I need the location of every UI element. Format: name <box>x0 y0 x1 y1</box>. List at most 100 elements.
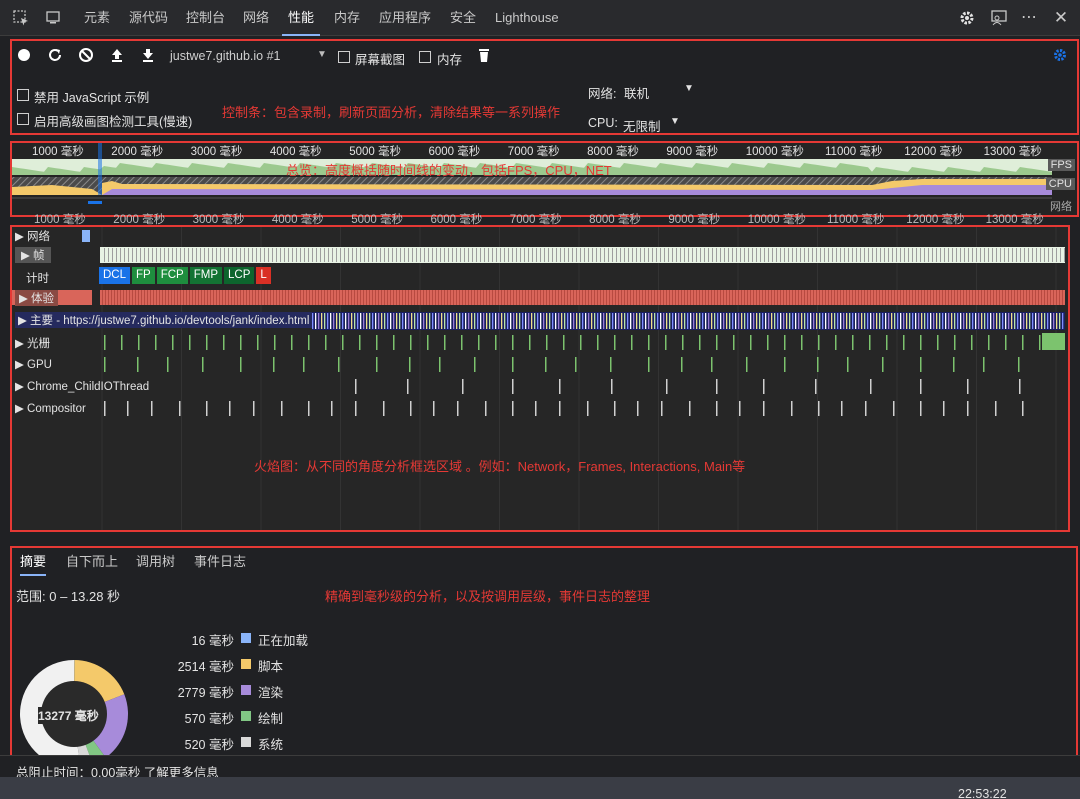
track-network[interactable]: ▶ 网络 <box>15 228 50 244</box>
cpu-throttle-select[interactable]: 无限制 <box>623 116 661 135</box>
tab-lighthouse[interactable]: Lighthouse <box>489 0 565 36</box>
tab-memory[interactable]: 内存 <box>328 0 366 36</box>
chevron-down-icon[interactable]: ▼ <box>684 83 694 94</box>
capture-settings-gear-icon[interactable] <box>1052 47 1068 63</box>
os-taskbar: 22:53:22 <box>0 777 1080 799</box>
cpu-label: CPU <box>1045 178 1075 190</box>
triangle-right-icon: ▶ <box>15 403 28 415</box>
legend-label: 渲染 <box>258 686 284 700</box>
overview-annotation: 总览：高度概括随时间线的变动，包括FPS，CPU，NET <box>286 163 612 178</box>
tab-console[interactable]: 控制台 <box>180 0 231 36</box>
profile-select[interactable]: justwe7.github.io #1 <box>170 49 281 63</box>
device-toolbar-icon[interactable] <box>44 9 62 27</box>
triangle-right-icon: ▶ <box>15 359 28 371</box>
tab-application[interactable]: 应用程序 <box>373 0 437 36</box>
ruler-tick: 4000 毫秒 <box>269 146 322 158</box>
download-icon[interactable] <box>140 47 156 63</box>
track-compositor[interactable]: ▶ Compositor <box>15 401 86 415</box>
ruler-tick: 6000 毫秒 <box>428 146 481 158</box>
tab-elements[interactable]: 元素 <box>78 0 116 36</box>
screenshots-checkbox[interactable] <box>338 51 350 63</box>
triangle-right-icon: ▶ <box>15 381 28 393</box>
summary-annotation: 精确到毫秒级的分析，以及按调用层级，事件日志的整理 <box>325 589 651 604</box>
status-bar: 总阻止时间：0.00毫秒 了解更多信息 <box>0 755 1080 780</box>
ruler-tick: 10000 毫秒 <box>745 146 804 158</box>
timing-tag-lcp[interactable]: LCP <box>224 267 255 284</box>
legend-value: 570 毫秒 <box>184 712 234 726</box>
ruler-tick: 7000 毫秒 <box>507 146 560 158</box>
feedback-icon[interactable] <box>990 9 1008 27</box>
timing-tag-fmp[interactable]: FMP <box>189 267 222 284</box>
paint-instrumentation-label: 启用高级画图检测工具(慢速) <box>34 115 193 129</box>
ruler-tick: 12000 毫秒 <box>904 146 963 158</box>
disable-js-checkbox[interactable] <box>17 89 29 101</box>
paint-instrumentation-checkbox[interactable] <box>17 113 29 125</box>
disable-js-label: 禁用 JavaScript 示例 <box>34 91 150 105</box>
cpu-throttle-label: CPU: <box>588 116 618 130</box>
net-label: 网络 <box>1050 201 1072 213</box>
settings-gear-icon[interactable] <box>958 9 976 27</box>
legend-swatch <box>241 633 251 643</box>
tab-sources[interactable]: 源代码 <box>123 0 174 36</box>
clock: 22:53:22 <box>958 787 1007 799</box>
legend-value: 16 毫秒 <box>191 634 234 648</box>
flame-annotation: 火焰图：从不同的角度分析框选区域 。例如：Network，Frames, Int… <box>254 459 746 474</box>
ruler-tick: 5000 毫秒 <box>349 146 401 158</box>
tab-call-tree[interactable]: 调用树 <box>136 551 175 570</box>
legend-label: 绘制 <box>258 712 284 726</box>
upload-icon[interactable] <box>109 47 125 63</box>
tab-bottom-up[interactable]: 自下而上 <box>66 551 118 570</box>
track-main[interactable]: ▶ 主要 - https://justwe7.github.io/devtool… <box>15 312 313 328</box>
tab-summary[interactable]: 摘要 <box>20 551 47 576</box>
tab-security[interactable]: 安全 <box>444 0 482 36</box>
chevron-down-icon[interactable]: ▼ <box>317 49 327 60</box>
close-icon[interactable]: ✕ <box>1052 9 1070 27</box>
controls-annotation: 控制条：包含录制，刷新页面分析，清除结果等一系列操作 <box>222 105 561 120</box>
ruler-tick: 11000 毫秒 <box>825 146 883 158</box>
network-throttle-select[interactable]: 联机 <box>624 83 649 102</box>
ruler-tick: 9000 毫秒 <box>666 146 719 158</box>
track-gpu[interactable]: ▶ GPU <box>15 357 52 371</box>
record-icon[interactable] <box>16 47 32 63</box>
tab-performance[interactable]: 性能 <box>282 0 321 36</box>
timing-tag-fp[interactable]: FP <box>132 267 155 284</box>
triangle-right-icon: ▶ <box>21 250 34 262</box>
network-throttle-label: 网络: <box>588 87 617 101</box>
ruler-tick: 1000 毫秒 <box>32 146 84 158</box>
timing-tag-fcp[interactable]: FCP <box>156 267 188 284</box>
track-frames[interactable]: ▶ 帧 <box>15 247 51 263</box>
timing-tag-dcl[interactable]: DCL <box>99 267 131 284</box>
garbage-collect-icon[interactable] <box>476 47 492 63</box>
devtools-tab-bar: 元素 源代码 控制台 网络 性能 内存 应用程序 安全 Lighthouse ⋯… <box>0 0 1080 36</box>
track-timings[interactable]: 计时 <box>26 270 49 286</box>
ruler-tick: 8000 毫秒 <box>587 146 639 158</box>
legend-swatch <box>241 659 251 669</box>
tab-event-log[interactable]: 事件日志 <box>194 551 246 570</box>
legend-label: 脚本 <box>258 660 284 674</box>
more-options-icon[interactable]: ⋯ <box>1020 9 1038 27</box>
legend-value: 520 毫秒 <box>184 738 234 752</box>
clear-icon[interactable] <box>78 47 94 63</box>
legend-value: 2779 毫秒 <box>177 686 234 700</box>
range-text: 范围: 0 – 13.28 秒 <box>16 589 121 604</box>
memory-checkbox[interactable] <box>419 51 431 63</box>
legend-label: 系统 <box>258 738 284 752</box>
fps-label: FPS <box>1047 159 1075 171</box>
ruler-tick: 3000 毫秒 <box>190 146 243 158</box>
track-experience[interactable]: ▶ 体验 <box>15 290 59 306</box>
legend-value: 2514 毫秒 <box>177 660 234 674</box>
reload-profile-icon[interactable] <box>47 47 63 63</box>
track-raster[interactable]: ▶ 光栅 <box>15 335 50 351</box>
inspect-element-icon[interactable] <box>12 9 30 27</box>
legend-swatch <box>241 711 251 721</box>
track-childio[interactable]: ▶ Chrome_ChildIOThread <box>15 379 149 393</box>
triangle-right-icon: ▶ <box>18 315 31 327</box>
triangle-right-icon: ▶ <box>15 338 28 350</box>
timing-tag-l[interactable]: L <box>256 267 271 284</box>
legend-swatch <box>241 685 251 695</box>
ruler-tick: 13000 毫秒 <box>983 146 1042 158</box>
legend-swatch <box>241 737 251 747</box>
tab-network[interactable]: 网络 <box>237 0 275 36</box>
donut-total: 13277 毫秒 <box>38 707 99 724</box>
chevron-down-icon[interactable]: ▼ <box>670 116 680 127</box>
